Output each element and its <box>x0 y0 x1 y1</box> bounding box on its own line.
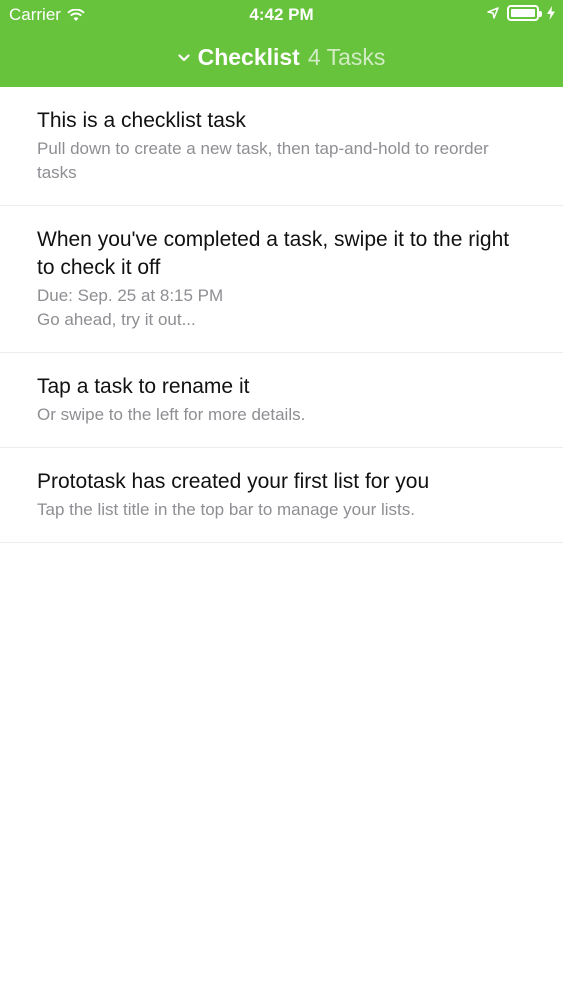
battery-icon <box>507 5 542 21</box>
task-subtitle: Go ahead, try it out... <box>37 310 196 329</box>
status-time: 4:42 PM <box>249 5 314 24</box>
task-item[interactable]: Tap a task to rename it Or swipe to the … <box>0 353 563 448</box>
task-title: When you've completed a task, swipe it t… <box>37 228 510 279</box>
task-item[interactable]: This is a checklist task Pull down to cr… <box>0 87 563 206</box>
list-title-button[interactable]: Checklist 4 Tasks <box>0 44 563 71</box>
task-subtitle: Or swipe to the left for more details. <box>37 405 306 424</box>
location-arrow-icon <box>487 7 499 19</box>
task-count: 4 Tasks <box>307 44 386 70</box>
task-item[interactable]: When you've completed a task, swipe it t… <box>0 206 563 353</box>
chevron-down-icon <box>177 53 190 61</box>
task-due-date: Due: Sep. 25 at 8:15 PM <box>37 286 224 305</box>
list-name: Checklist <box>197 44 300 70</box>
task-subtitle: Pull down to create a new task, then tap… <box>37 139 489 182</box>
app-header: Carrier 4:42 PM Checklist 4 Tasks <box>0 0 563 87</box>
task-subtitle: Tap the list title in the top bar to man… <box>37 500 415 519</box>
task-list: This is a checklist task Pull down to cr… <box>0 87 563 543</box>
task-title: Prototask has created your first list fo… <box>37 470 430 493</box>
task-title: This is a checklist task <box>37 109 246 132</box>
charging-bolt-icon <box>547 6 555 20</box>
task-title: Tap a task to rename it <box>37 375 250 398</box>
status-right-group <box>487 5 555 21</box>
task-item[interactable]: Prototask has created your first list fo… <box>0 448 563 543</box>
status-bar: Carrier 4:42 PM <box>0 0 563 30</box>
